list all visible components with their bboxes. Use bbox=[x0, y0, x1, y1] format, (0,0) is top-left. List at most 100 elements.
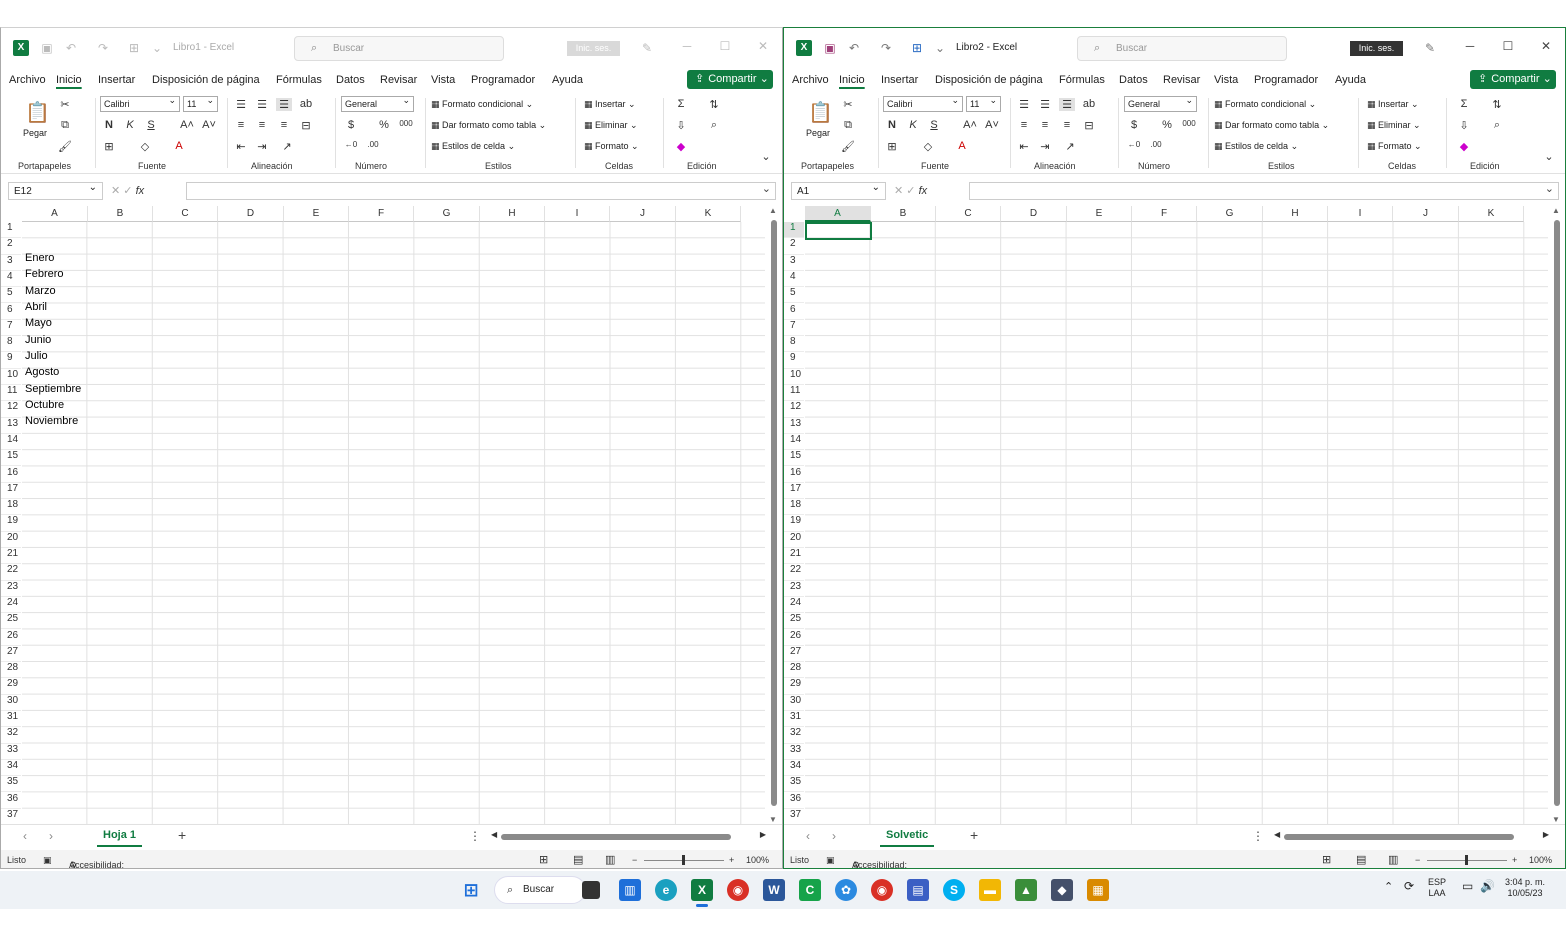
tab-inicio[interactable]: Inicio bbox=[839, 74, 865, 86]
word-icon[interactable]: W bbox=[763, 879, 785, 901]
align-right-icon[interactable]: ≡ bbox=[276, 119, 292, 131]
vertical-scrollbar[interactable]: ▲ ▼ bbox=[768, 206, 780, 824]
font-size-select[interactable]: 11 bbox=[183, 95, 218, 112]
column-header-h[interactable]: H bbox=[1263, 206, 1328, 222]
scroll-thumb[interactable] bbox=[771, 220, 777, 806]
row-header[interactable]: 1 bbox=[784, 222, 804, 239]
row-header[interactable]: 15 bbox=[784, 450, 804, 467]
worksheet-grid[interactable]: A B C D E F G H I J K 1 2 3 4 5 6 7 8 9 10 11 12 13 1… bbox=[784, 206, 1565, 824]
quick-access-icon[interactable]: ⊞ bbox=[909, 40, 925, 56]
column-header-j[interactable]: J bbox=[610, 206, 676, 222]
thousands-icon[interactable]: 000 bbox=[398, 119, 414, 128]
align-middle-icon[interactable]: ☰ bbox=[254, 98, 270, 111]
row-header[interactable]: 8 bbox=[1, 336, 21, 353]
undo-icon[interactable]: ↶ bbox=[63, 40, 79, 56]
row-header[interactable]: 36 bbox=[784, 793, 804, 809]
row-header[interactable]: 5 bbox=[1, 287, 21, 304]
row-header[interactable]: 34 bbox=[784, 760, 804, 777]
row-header[interactable]: 3 bbox=[784, 255, 804, 271]
row-header[interactable]: 36 bbox=[1, 793, 21, 809]
row-header[interactable]: 26 bbox=[1, 630, 21, 646]
italic-button[interactable]: K bbox=[122, 119, 138, 131]
cell-a8[interactable]: Agosto bbox=[25, 366, 59, 378]
row-header[interactable]: 35 bbox=[1, 776, 21, 793]
percent-icon[interactable]: % bbox=[1159, 119, 1175, 131]
format-cells-button[interactable]: ▦ Formato ⌄ bbox=[1367, 141, 1422, 152]
conditional-format-button[interactable]: ▦ Formato condicional ⌄ bbox=[1214, 99, 1316, 110]
fill-icon[interactable]: ⇩ bbox=[673, 119, 689, 132]
row-header[interactable]: 31 bbox=[784, 711, 804, 728]
delete-cells-button[interactable]: ▦ Eliminar ⌄ bbox=[1367, 120, 1421, 131]
row-header[interactable]: 3 bbox=[1, 255, 21, 271]
align-center-icon[interactable]: ≡ bbox=[254, 119, 270, 131]
tab-vista[interactable]: Vista bbox=[1214, 74, 1238, 86]
align-bottom-icon[interactable]: ☰ bbox=[276, 98, 292, 111]
format-painter-icon[interactable]: 🖌 bbox=[57, 140, 73, 153]
row-header[interactable]: 25 bbox=[784, 613, 804, 630]
number-format-select[interactable]: General bbox=[341, 95, 414, 112]
row-header[interactable]: 5 bbox=[784, 287, 804, 304]
maximize-button[interactable]: ☐ bbox=[1498, 39, 1518, 57]
pen-icon[interactable]: ✎ bbox=[1422, 40, 1438, 56]
align-bottom-icon[interactable]: ☰ bbox=[1059, 98, 1075, 111]
quick-access-icon[interactable]: ⊞ bbox=[126, 40, 142, 56]
add-sheet-button[interactable]: + bbox=[178, 827, 186, 843]
delete-cells-button[interactable]: ▦ Eliminar ⌄ bbox=[584, 120, 638, 131]
cell-a2[interactable]: Febrero bbox=[25, 268, 64, 280]
tab-datos[interactable]: Datos bbox=[1119, 74, 1148, 86]
scroll-thumb[interactable] bbox=[1554, 220, 1560, 806]
fill-icon[interactable]: ⇩ bbox=[1456, 119, 1472, 132]
row-header[interactable]: 24 bbox=[1, 597, 21, 614]
selected-cell-a1[interactable] bbox=[805, 222, 872, 240]
row-header[interactable]: 24 bbox=[784, 597, 804, 614]
add-sheet-button[interactable]: + bbox=[970, 827, 978, 843]
paste-label[interactable]: Pegar bbox=[23, 128, 47, 138]
increase-indent-icon[interactable]: ⇥ bbox=[1037, 140, 1053, 153]
tab-ayuda[interactable]: Ayuda bbox=[1335, 74, 1366, 86]
excel-window-libro2[interactable]: X ▣ ↶ ↷ ⊞ ⌄ Libro2 - Excel ⌕ Buscar Inic.… bbox=[783, 27, 1566, 869]
row-header[interactable]: 37 bbox=[1, 809, 21, 824]
row-header[interactable]: 4 bbox=[784, 271, 804, 288]
scroll-left-icon[interactable]: ◀ bbox=[1274, 830, 1280, 839]
decrease-font-icon[interactable]: A˅ bbox=[984, 119, 1000, 131]
column-header-j[interactable]: J bbox=[1393, 206, 1459, 222]
row-header[interactable]: 22 bbox=[784, 564, 804, 581]
enter-icon[interactable]: ✓ bbox=[123, 185, 132, 197]
formula-input[interactable] bbox=[186, 182, 776, 200]
tab-revisar[interactable]: Revisar bbox=[1163, 74, 1200, 86]
customize-qat-icon[interactable]: ⌄ bbox=[149, 40, 165, 56]
sheet-prev-icon[interactable]: ‹ bbox=[806, 829, 810, 843]
fill-color-icon[interactable]: ◇ bbox=[137, 140, 153, 153]
zoom-slider-thumb[interactable] bbox=[1465, 855, 1468, 865]
increase-font-icon[interactable]: A˄ bbox=[179, 119, 195, 131]
share-button[interactable]: ⇪ Compartir ⌄ bbox=[1470, 70, 1556, 89]
row-header[interactable]: 29 bbox=[784, 678, 804, 695]
tab-vista[interactable]: Vista bbox=[431, 74, 455, 86]
row-header[interactable]: 23 bbox=[1, 581, 21, 597]
sheet-options-icon[interactable]: ⋮ bbox=[469, 829, 481, 843]
font-color-icon[interactable]: A bbox=[954, 140, 970, 152]
sort-filter-icon[interactable]: ⇅ bbox=[706, 98, 722, 111]
decrease-indent-icon[interactable]: ⇤ bbox=[233, 140, 249, 153]
row-header[interactable]: 33 bbox=[1, 744, 21, 760]
font-color-icon[interactable]: A bbox=[171, 140, 187, 152]
clock[interactable]: 3:04 p. m. 10/05/23 bbox=[1505, 877, 1545, 899]
cell-a7[interactable]: Julio bbox=[25, 350, 48, 362]
currency-icon[interactable]: $ bbox=[343, 119, 359, 131]
row-header[interactable]: 30 bbox=[784, 695, 804, 711]
tab-archivo[interactable]: Archivo bbox=[792, 74, 829, 86]
taskbar-search[interactable]: ⌕ Buscar bbox=[494, 876, 586, 904]
save-icon[interactable]: ▣ bbox=[822, 40, 838, 56]
zoom-in-icon[interactable]: + bbox=[1512, 855, 1517, 865]
decrease-font-icon[interactable]: A˅ bbox=[201, 119, 217, 131]
currency-icon[interactable]: $ bbox=[1126, 119, 1142, 131]
increase-indent-icon[interactable]: ⇥ bbox=[254, 140, 270, 153]
cell-styles-button[interactable]: ▦ Estilos de celda ⌄ bbox=[1214, 141, 1298, 152]
borders-icon[interactable]: ⊞ bbox=[101, 140, 117, 153]
orientation-icon[interactable]: ↗ bbox=[279, 140, 295, 153]
row-header[interactable]: 19 bbox=[1, 515, 21, 532]
volume-icon[interactable]: 🔊 bbox=[1480, 880, 1495, 892]
orientation-icon[interactable]: ↗ bbox=[1062, 140, 1078, 153]
row-header[interactable]: 2 bbox=[784, 238, 804, 255]
redo-icon[interactable]: ↷ bbox=[95, 40, 111, 56]
